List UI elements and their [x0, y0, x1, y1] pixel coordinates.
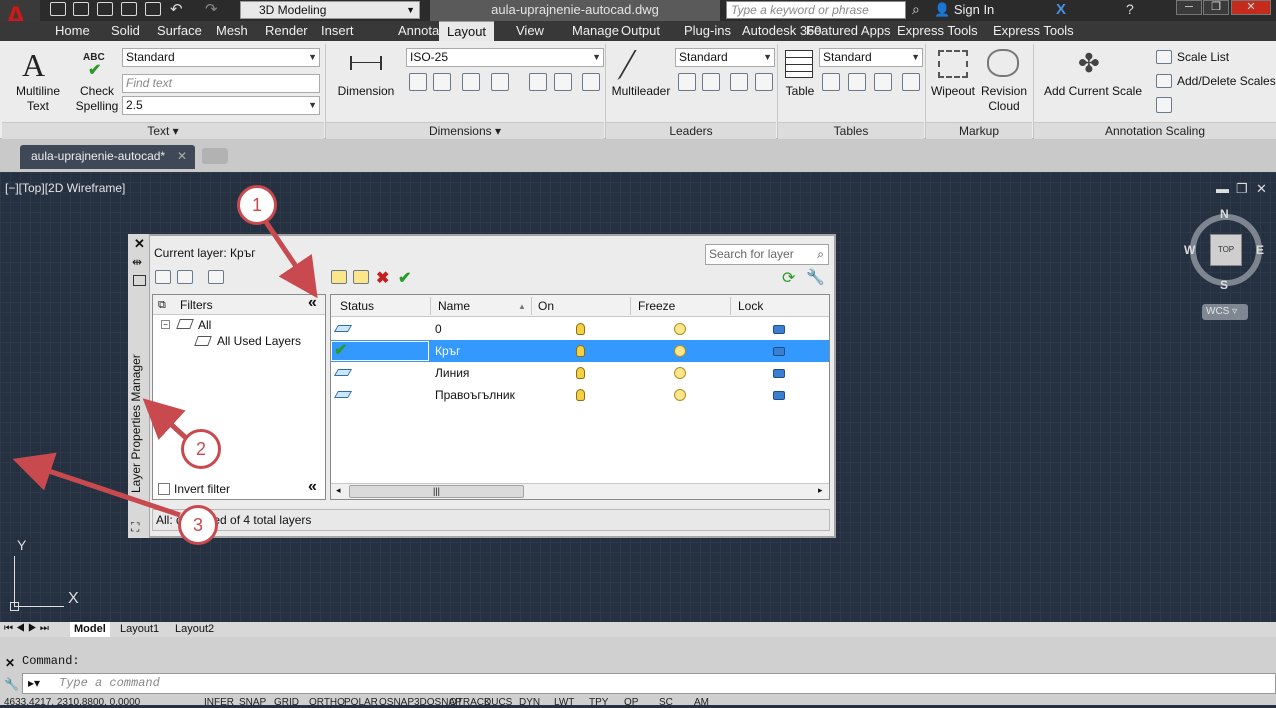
- command-history: Command:: [22, 654, 80, 668]
- callout-arrow-3: [12, 452, 181, 518]
- command-area: [0, 637, 1276, 705]
- callout-arrows: [12, 220, 318, 518]
- status-toggle-am[interactable]: AM: [694, 697, 709, 708]
- command-recent-icon[interactable]: ▸▾: [28, 676, 40, 690]
- status-toggle-grid[interactable]: GRID: [274, 697, 299, 708]
- status-toggle-qp[interactable]: QP: [624, 697, 638, 708]
- command-customize-icon[interactable]: 🔧: [4, 677, 19, 691]
- tab-layout1[interactable]: Layout1: [120, 622, 159, 637]
- layout-nav-icons[interactable]: ⏮◀▶⏭: [4, 623, 52, 634]
- status-toggle-ducs[interactable]: DUCS: [484, 697, 512, 708]
- status-toggle-tpy[interactable]: TPY: [589, 697, 608, 708]
- callout-2: 2: [181, 429, 221, 469]
- callout-arrow-1: [263, 220, 318, 299]
- callout-arrow-2: [142, 398, 188, 441]
- coordinates-readout[interactable]: 4633.4217, 2310.8800, 0.0000: [4, 697, 140, 708]
- status-toggle-osnap[interactable]: OSNAP: [379, 697, 414, 708]
- status-toggle-ortho[interactable]: ORTHO: [309, 697, 345, 708]
- status-toggle-snap[interactable]: SNAP: [239, 697, 266, 708]
- status-toggle-dyn[interactable]: DYN: [519, 697, 540, 708]
- status-toggle-infer[interactable]: INFER: [204, 697, 234, 708]
- tab-model[interactable]: Model: [70, 622, 110, 637]
- command-input[interactable]: Type a command: [22, 673, 1276, 694]
- status-toggle-lwt[interactable]: LWT: [554, 697, 574, 708]
- callout-3: 3: [178, 505, 218, 545]
- command-close-icon[interactable]: ✕: [5, 656, 15, 670]
- callout-1: 1: [237, 185, 277, 225]
- status-toggle-sc[interactable]: SC: [659, 697, 673, 708]
- tab-layout2[interactable]: Layout2: [175, 622, 214, 637]
- status-toggle-polar[interactable]: POLAR: [344, 697, 378, 708]
